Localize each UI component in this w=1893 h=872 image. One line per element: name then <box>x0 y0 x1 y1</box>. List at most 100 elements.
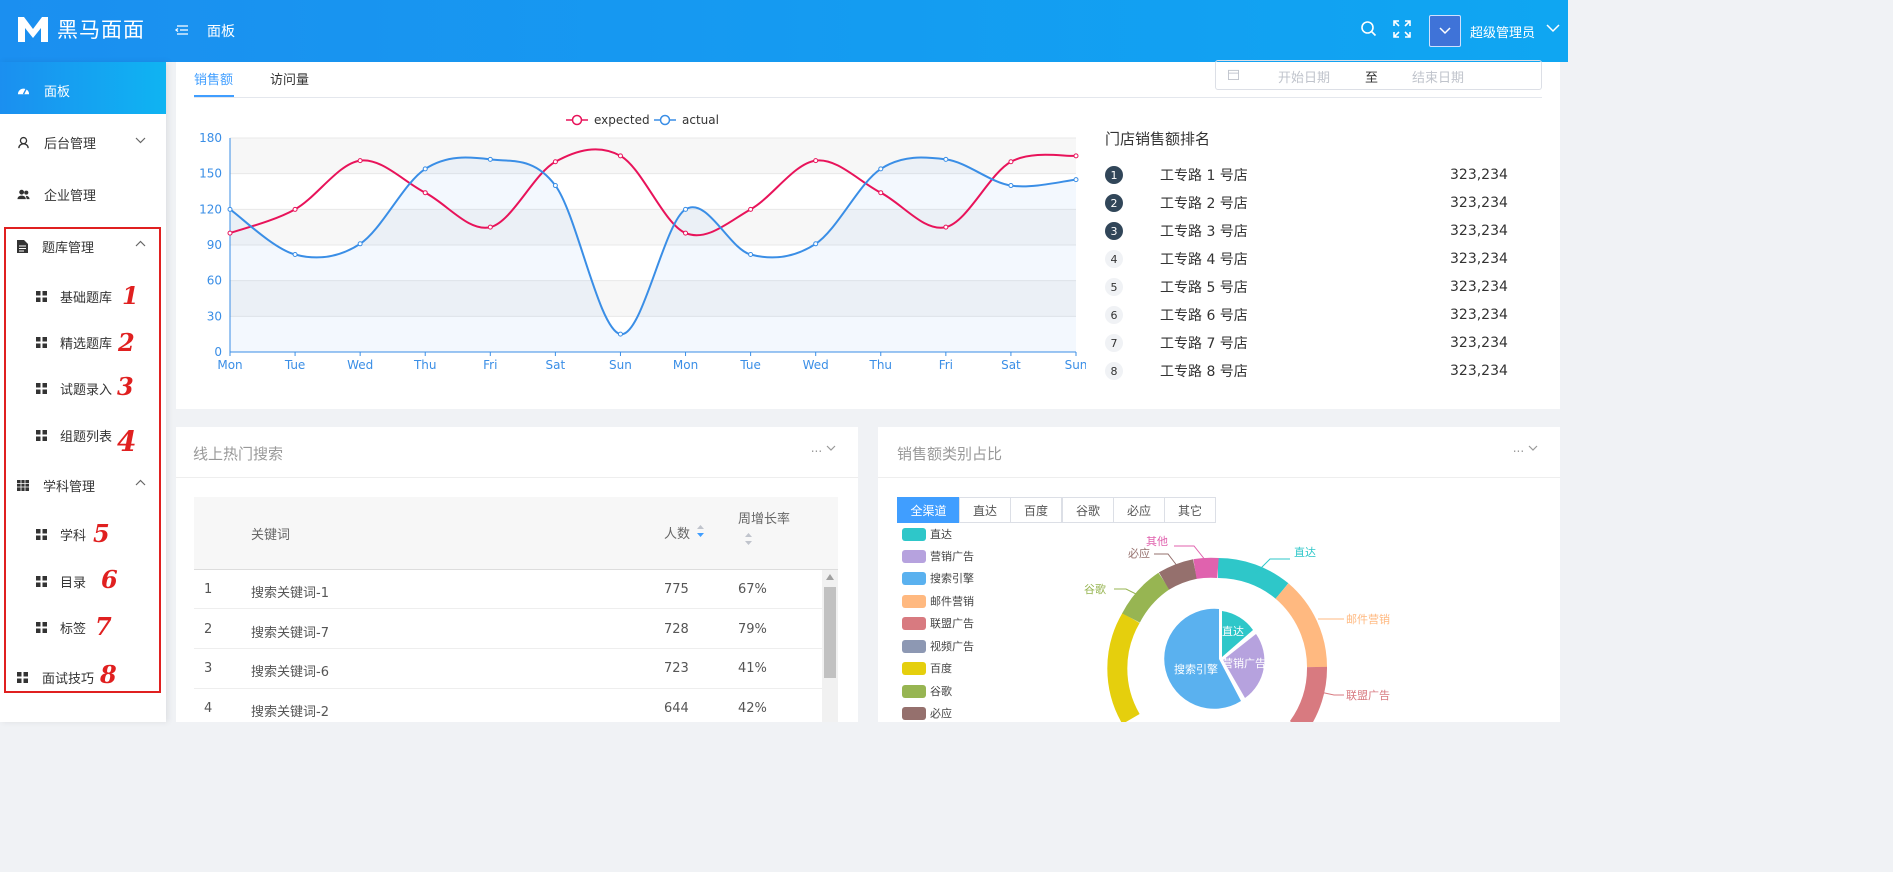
row-divider <box>194 648 824 649</box>
legend-item[interactable]: 必应 <box>902 705 952 721</box>
data-point-expected[interactable] <box>813 158 819 164</box>
data-point-expected[interactable] <box>552 159 558 165</box>
data-point-expected[interactable] <box>357 158 363 164</box>
sort-icon[interactable] <box>696 524 705 538</box>
row-keyword[interactable]: 搜索关键词-7 <box>251 622 329 641</box>
store-rank-row: 8 工专路 8 号店 323,234 <box>1105 359 1508 383</box>
data-point-expected[interactable] <box>227 230 233 236</box>
legend-item[interactable]: 视频广告 <box>902 638 974 654</box>
data-point-expected[interactable] <box>1008 159 1014 165</box>
menu-collapse-icon[interactable] <box>174 22 190 38</box>
legend-marker-expected[interactable] <box>571 114 583 126</box>
legend-swatch <box>902 527 926 541</box>
channel-bing-button[interactable]: 必应 <box>1113 497 1165 523</box>
data-point-actual[interactable] <box>552 183 558 189</box>
column-count[interactable]: 人数 <box>664 523 690 542</box>
card-menu[interactable]: ... <box>1513 441 1538 455</box>
x-tick-label: Mon <box>673 358 698 372</box>
search-icon[interactable] <box>1360 20 1378 38</box>
donut-segment[interactable] <box>1158 559 1198 590</box>
donut-segment[interactable] <box>1122 572 1170 623</box>
rank-badge: 8 <box>1105 362 1123 380</box>
donut-segment[interactable] <box>1107 612 1140 722</box>
hot-search-title: 线上热门搜索 <box>193 445 284 463</box>
y-tick-label: 60 <box>207 274 222 288</box>
data-point-actual[interactable] <box>943 156 949 162</box>
legend-item[interactable]: 谷歌 <box>902 683 952 699</box>
data-point-expected[interactable] <box>683 230 689 236</box>
data-point-actual[interactable] <box>1008 183 1014 189</box>
store-value: 323,234 <box>1450 279 1508 295</box>
sort-icon[interactable] <box>744 532 753 546</box>
donut-segment[interactable] <box>1217 557 1289 599</box>
legend-marker-actual[interactable] <box>659 114 671 126</box>
row-count: 728 <box>664 622 689 637</box>
sidebar-item-dashboard[interactable]: 面板 <box>0 62 166 114</box>
row-keyword[interactable]: 搜索关键词-2 <box>251 701 329 720</box>
logo[interactable]: 黑马面面 <box>16 14 145 44</box>
end-date-input[interactable]: 结束日期 <box>1412 67 1464 86</box>
legend-item[interactable]: 联盟广告 <box>902 615 974 631</box>
data-point-expected[interactable] <box>617 153 623 159</box>
start-date-input[interactable]: 开始日期 <box>1278 67 1330 86</box>
data-point-expected[interactable] <box>292 206 298 212</box>
data-point-expected[interactable] <box>422 190 428 196</box>
row-count: 723 <box>664 661 689 676</box>
channel-direct-button[interactable]: 直达 <box>959 497 1011 523</box>
store-value: 323,234 <box>1450 167 1508 183</box>
legend-item[interactable]: 百度 <box>902 660 952 676</box>
data-point-expected[interactable] <box>487 224 493 230</box>
data-point-actual[interactable] <box>422 166 428 172</box>
data-point-actual[interactable] <box>617 331 623 337</box>
data-point-actual[interactable] <box>1073 177 1079 183</box>
row-rate: 41% <box>738 661 767 676</box>
donut-segment[interactable] <box>1275 583 1327 668</box>
channel-baidu-button[interactable]: 百度 <box>1010 497 1062 523</box>
data-point-expected[interactable] <box>878 190 884 196</box>
chevron-down-icon[interactable] <box>135 137 146 144</box>
data-point-expected[interactable] <box>1073 153 1079 159</box>
row-divider <box>194 608 824 609</box>
username[interactable]: 超级管理员 <box>1470 22 1535 41</box>
sidebar-item-backend[interactable]: 后台管理 <box>17 133 96 152</box>
date-range-picker[interactable]: 开始日期 至 结束日期 <box>1215 60 1542 90</box>
channel-google-button[interactable]: 谷歌 <box>1062 497 1114 523</box>
tab-visits[interactable]: 访问量 <box>270 69 309 88</box>
sales-card: 销售额 访问量 开始日期 至 结束日期 0 30 60 90 120 150 180 Mon T… <box>176 60 1560 409</box>
table-scrollbar[interactable] <box>822 570 838 722</box>
user-menu-chevron-icon[interactable] <box>1546 23 1560 33</box>
row-rate: 79% <box>738 622 767 637</box>
store-rank-row: 7 工专路 7 号店 323,234 <box>1105 331 1508 355</box>
more-icon: ... <box>810 441 823 455</box>
data-point-actual[interactable] <box>878 166 884 172</box>
data-point-actual[interactable] <box>227 206 233 212</box>
data-point-expected[interactable] <box>943 224 949 230</box>
data-point-actual[interactable] <box>813 241 819 247</box>
data-point-actual[interactable] <box>292 252 298 258</box>
tab-sales[interactable]: 销售额 <box>194 69 233 88</box>
fullscreen-icon[interactable] <box>1393 20 1411 38</box>
store-value: 323,234 <box>1450 363 1508 379</box>
data-point-actual[interactable] <box>487 156 493 162</box>
donut-segment[interactable] <box>1193 557 1219 579</box>
legend-item[interactable]: 搜索引擎 <box>902 570 974 586</box>
donut-segment[interactable] <box>1289 666 1327 722</box>
scroll-up-icon[interactable] <box>826 574 834 580</box>
avatar[interactable] <box>1429 15 1461 47</box>
row-keyword[interactable]: 搜索关键词-6 <box>251 661 329 680</box>
scrollbar-thumb[interactable] <box>824 587 836 678</box>
data-point-actual[interactable] <box>683 206 689 212</box>
card-menu[interactable]: ... <box>811 441 836 455</box>
legend-item[interactable]: 营销广告 <box>902 548 974 564</box>
legend-item[interactable]: 直达 <box>902 526 952 542</box>
data-point-actual[interactable] <box>357 241 363 247</box>
legend-label-expected: expected <box>594 113 650 127</box>
data-point-actual[interactable] <box>748 252 754 258</box>
row-keyword[interactable]: 搜索关键词-1 <box>251 582 329 601</box>
channel-other-button[interactable]: 其它 <box>1164 497 1216 523</box>
category-donut-chart: 直达 营销广告 搜索引擎 直达 邮件营销 联盟广告 谷歌 必应 其他 <box>1084 535 1390 722</box>
channel-all-button[interactable]: 全渠道 <box>897 497 960 523</box>
sidebar-item-enterprise[interactable]: 企业管理 <box>17 185 96 204</box>
data-point-expected[interactable] <box>748 206 754 212</box>
legend-item[interactable]: 邮件营销 <box>902 593 974 609</box>
